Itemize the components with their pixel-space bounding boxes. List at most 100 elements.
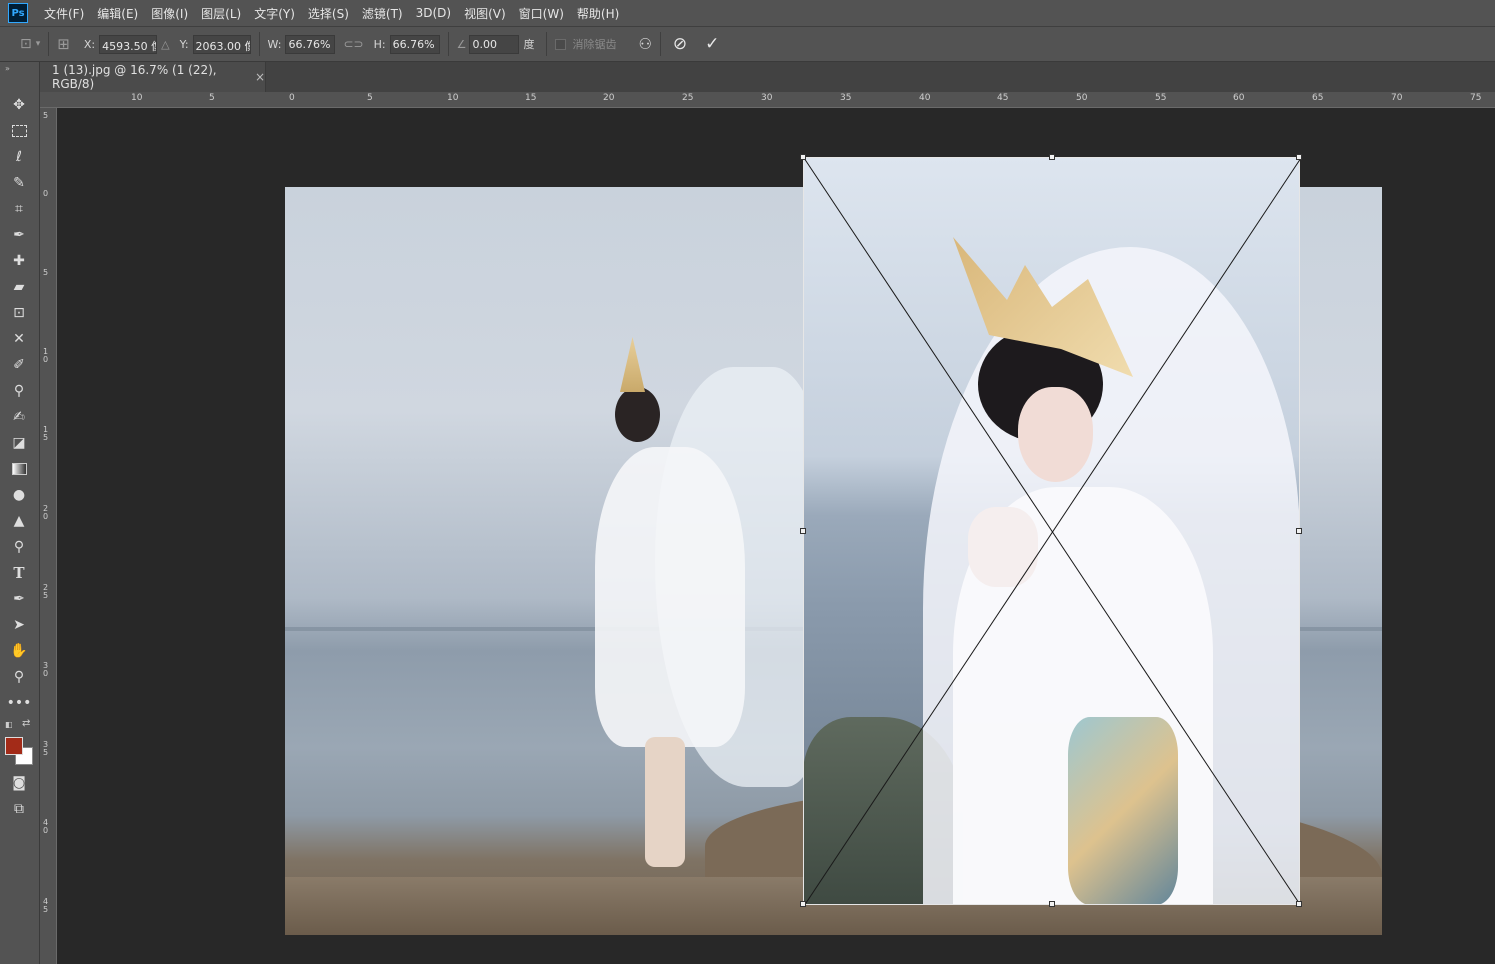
ruler-label: 40 bbox=[919, 93, 931, 103]
transform-handle-top-left[interactable] bbox=[800, 154, 806, 160]
y-field[interactable]: 2063.00 像 bbox=[192, 34, 251, 54]
ruler-label: 5 bbox=[43, 111, 49, 120]
cancel-icon[interactable]: ⊘ bbox=[673, 34, 687, 54]
menu-help[interactable]: 帮助(H) bbox=[577, 5, 619, 22]
ruler-label: 20 bbox=[603, 93, 615, 103]
frame-icon[interactable]: ⊡ bbox=[8, 302, 30, 324]
menu-filter[interactable]: 滤镜(T) bbox=[362, 5, 403, 22]
ruler-label: 50 bbox=[1076, 93, 1088, 103]
type-icon[interactable]: T bbox=[8, 562, 30, 584]
ruler-label: 10 bbox=[131, 93, 143, 103]
options-bar: ⊡ ▾ ⊞ X: 4593.50 像 △ Y: 2063.00 像 W: 66.… bbox=[0, 26, 1495, 62]
canvas-area[interactable] bbox=[58, 108, 1495, 964]
gradient-icon[interactable] bbox=[8, 458, 30, 480]
ruler-label: 10 bbox=[447, 93, 459, 103]
dress bbox=[595, 447, 745, 747]
transform-handle-right[interactable] bbox=[1296, 528, 1302, 534]
foreground-color-swatch[interactable] bbox=[5, 737, 23, 755]
crown bbox=[620, 337, 645, 392]
menu-select[interactable]: 选择(S) bbox=[308, 5, 349, 22]
delta-icon[interactable]: △ bbox=[161, 38, 169, 51]
transform-bounding-box[interactable] bbox=[800, 154, 1302, 907]
brush-icon[interactable]: ✐ bbox=[8, 354, 30, 376]
menu-bar: Ps 文件(F) 编辑(E) 图像(I) 图层(L) 文字(Y) 选择(S) 滤… bbox=[0, 0, 1495, 26]
chevron-down-icon[interactable]: ▾ bbox=[36, 39, 41, 49]
horizontal-ruler[interactable]: 10 5 0 5 10 15 20 25 30 35 40 45 50 55 6… bbox=[40, 92, 1495, 108]
photoshop-logo[interactable]: Ps bbox=[8, 3, 28, 23]
legs bbox=[645, 737, 685, 867]
screen-mode-icon[interactable]: ⧉ bbox=[8, 798, 30, 820]
commit-check-icon[interactable]: ✓ bbox=[705, 34, 719, 54]
path-select-icon[interactable]: ➤ bbox=[8, 614, 30, 636]
ruler-label: 30 bbox=[761, 93, 773, 103]
document-tab[interactable]: 1 (13).jpg @ 16.7% (1 (22), RGB/8) × bbox=[40, 62, 266, 92]
quick-mask-icon[interactable]: ◙ bbox=[8, 772, 30, 794]
zoom-icon[interactable]: ⚲ bbox=[8, 666, 30, 688]
ruler-label: 5 bbox=[367, 93, 373, 103]
lasso-icon[interactable]: ℓ bbox=[8, 146, 30, 168]
transform-handle-bottom-right[interactable] bbox=[1296, 901, 1302, 907]
swap-colors-icon[interactable]: ⇄ bbox=[22, 718, 30, 729]
transform-handle-left[interactable] bbox=[800, 528, 806, 534]
crop-icon[interactable]: ⌗ bbox=[8, 198, 30, 220]
menu-layer[interactable]: 图层(L) bbox=[201, 5, 241, 22]
panel-collapse-icon[interactable]: » bbox=[5, 64, 10, 73]
healing-brush-icon[interactable]: ✚ bbox=[8, 250, 30, 272]
ruler-label: 15 bbox=[43, 425, 49, 442]
transform-handle-bottom[interactable] bbox=[1049, 901, 1055, 907]
dodge-icon[interactable]: ⚲ bbox=[8, 536, 30, 558]
quick-select-icon[interactable]: ✎ bbox=[8, 172, 30, 194]
transform-handle-bottom-left[interactable] bbox=[800, 901, 806, 907]
blur-icon[interactable]: ● bbox=[8, 484, 30, 506]
menu-type[interactable]: 文字(Y) bbox=[254, 5, 295, 22]
tools-panel: » ✥ ℓ ✎ ⌗ ✒ ✚ ▰ ⊡ ✕ ✐ ⚲ ✍ ◪ ● ▲ ⚲ T ✒ ➤ … bbox=[0, 62, 40, 964]
default-colors-icon[interactable]: ◧ bbox=[5, 720, 13, 729]
ruler-label: 0 bbox=[289, 93, 295, 103]
reference-point-icon[interactable]: ⊞ bbox=[57, 35, 70, 53]
w-label: W: bbox=[267, 37, 282, 51]
transform-preset-icon[interactable]: ⊡ bbox=[20, 36, 32, 52]
antialias-checkbox[interactable] bbox=[555, 38, 567, 50]
hand-icon[interactable]: ✋ bbox=[8, 640, 30, 662]
ruler-label: 15 bbox=[525, 93, 537, 103]
menu-edit[interactable]: 编辑(E) bbox=[97, 5, 138, 22]
patch-icon[interactable]: ▰ bbox=[8, 276, 30, 298]
ruler-label: 45 bbox=[43, 897, 49, 914]
close-icon[interactable]: × bbox=[255, 70, 265, 84]
menu-window[interactable]: 窗口(W) bbox=[519, 5, 564, 22]
menu-view[interactable]: 视图(V) bbox=[464, 5, 506, 22]
warp-mode-icon[interactable]: ⚇ bbox=[638, 35, 651, 53]
eraser-icon[interactable]: ◪ bbox=[8, 432, 30, 454]
sharpen-icon[interactable]: ▲ bbox=[8, 510, 30, 532]
ruler-label: 30 bbox=[43, 661, 49, 678]
divider bbox=[48, 32, 50, 56]
more-tools-icon[interactable]: ••• bbox=[7, 692, 32, 714]
x-field[interactable]: 4593.50 像 bbox=[99, 34, 158, 54]
antialias-label: 消除锯齿 bbox=[572, 38, 617, 51]
background-figure bbox=[585, 337, 825, 887]
clone-stamp-icon[interactable]: ⚲ bbox=[8, 380, 30, 402]
transform-handle-top[interactable] bbox=[1049, 154, 1055, 160]
menu-image[interactable]: 图像(I) bbox=[151, 5, 188, 22]
ruler-label: 25 bbox=[43, 583, 49, 600]
menu-file[interactable]: 文件(F) bbox=[44, 5, 84, 22]
head bbox=[615, 387, 660, 442]
menu-3d[interactable]: 3D(D) bbox=[416, 6, 451, 20]
ruler-label: 40 bbox=[43, 818, 49, 835]
document-tab-title: 1 (13).jpg @ 16.7% (1 (22), RGB/8) bbox=[52, 63, 217, 91]
height-field[interactable]: 66.76% bbox=[389, 34, 440, 54]
divider bbox=[258, 32, 260, 56]
history-brush-icon[interactable]: ✍ bbox=[8, 406, 30, 428]
transform-handle-top-right[interactable] bbox=[1296, 154, 1302, 160]
width-field[interactable]: 66.76% bbox=[285, 34, 336, 54]
ruler-label: 65 bbox=[1312, 93, 1324, 103]
pen-icon[interactable]: ✒ bbox=[8, 588, 30, 610]
divider bbox=[546, 32, 548, 56]
link-icon[interactable]: ⊂⊃ bbox=[343, 37, 363, 51]
move-icon[interactable]: ✥ bbox=[8, 94, 30, 116]
vertical-ruler[interactable]: 5 0 5 10 15 20 25 30 35 40 45 bbox=[40, 108, 57, 964]
eyedropper-icon[interactable]: ✒ bbox=[8, 224, 30, 246]
content-aware-move-icon[interactable]: ✕ bbox=[8, 328, 30, 350]
marquee-icon[interactable] bbox=[8, 120, 30, 142]
angle-field[interactable]: 0.00 bbox=[469, 34, 520, 54]
